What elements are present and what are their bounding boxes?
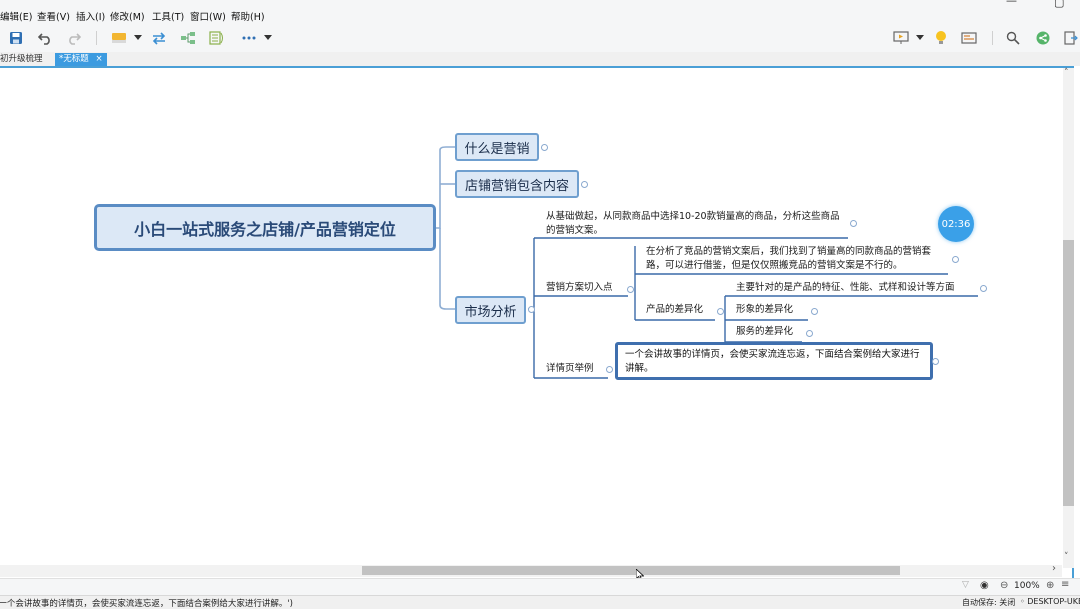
collapse-icon[interactable] — [627, 286, 634, 293]
expand-icon[interactable] — [811, 308, 818, 315]
topic-label: 店铺营销包含内容 — [464, 178, 569, 194]
mindmap-connectors — [436, 146, 978, 379]
central-topic[interactable]: 小白一站式服务之店铺/产品营销定位 — [94, 204, 436, 251]
topic-what-is-marketing[interactable]: 什么是营销 — [455, 133, 539, 161]
horizontal-scroll-thumb[interactable] — [362, 566, 900, 575]
intro-note[interactable]: 从基础做起，从同款商品中选择10-20款销量高的商品，分析这些商品的营销文案。 — [546, 210, 846, 238]
eye-icon[interactable]: ◉ — [980, 580, 989, 591]
fit-icon[interactable]: ≡ — [1061, 579, 1069, 590]
entry-note[interactable]: 在分析了竞品的营销文案后，我们找到了销量高的同款商品的营销套路，可以进行借鉴，但… — [646, 245, 948, 273]
topic-detail-example[interactable]: 详情页举例 — [546, 362, 594, 376]
filter-icon[interactable]: ▽ — [962, 580, 969, 590]
expand-icon[interactable] — [980, 285, 987, 292]
expand-icon[interactable] — [850, 220, 857, 227]
collapse-icon[interactable] — [528, 306, 535, 313]
central-topic-label: 小白一站式服务之店铺/产品营销定位 — [134, 219, 396, 239]
zoom-bar: ▽ ◉ ⊖ 100% ⊕ ≡ — [0, 578, 1080, 595]
topic-differentiation[interactable]: 产品的差异化 — [646, 303, 703, 317]
collapse-icon[interactable] — [606, 366, 613, 373]
diff-item-features[interactable]: 主要针对的是产品的特征、性能、式样和设计等方面 — [736, 281, 955, 295]
expand-icon[interactable] — [581, 181, 588, 188]
scroll-right-icon[interactable]: › — [1052, 563, 1056, 574]
status-bar: '一个会讲故事的详情页，会使买家流连忘返，下面结合案例给大家进行讲解。') 自动… — [0, 595, 1080, 609]
topic-label: 什么是营销 — [464, 141, 530, 157]
topic-entry-point[interactable]: 营销方案切入点 — [546, 281, 613, 295]
autosave-status[interactable]: 自动保存: 关闭 — [962, 597, 1015, 608]
expand-icon[interactable] — [806, 330, 813, 337]
expand-icon[interactable] — [952, 256, 959, 263]
expand-icon[interactable] — [932, 358, 939, 365]
recording-timer[interactable]: 02:36 — [938, 206, 974, 242]
zoom-out-icon[interactable]: ⊖ — [1000, 580, 1008, 591]
computer-name-text: DESKTOP-UKE — [1027, 597, 1080, 606]
scroll-up-icon[interactable]: ˄ — [1064, 68, 1069, 78]
topic-market-analysis[interactable]: 市场分析 — [455, 296, 526, 324]
diff-item-service[interactable]: 服务的差异化 — [736, 325, 793, 339]
scroll-down-icon[interactable]: ˅ — [1064, 552, 1069, 562]
vertical-scroll-thumb[interactable] — [1063, 240, 1074, 506]
topic-label: 市场分析 — [464, 304, 517, 320]
status-selection: '一个会讲故事的详情页，会使买家流连忘返，下面结合案例给大家进行讲解。') — [0, 599, 293, 609]
detail-note-text: 一个会讲故事的详情页，会使买家流连忘返，下面结合案例给大家进行讲解。 — [625, 349, 920, 374]
collapse-icon[interactable] — [717, 308, 724, 315]
computer-name: ◦ DESKTOP-UKE — [1020, 597, 1080, 606]
expand-icon[interactable] — [541, 144, 548, 151]
topic-store-marketing[interactable]: 店铺营销包含内容 — [455, 170, 579, 198]
zoom-level: 100% — [1014, 581, 1040, 591]
detail-note-selected[interactable]: 一个会讲故事的详情页，会使买家流连忘返，下面结合案例给大家进行讲解。 — [615, 342, 933, 380]
zoom-in-icon[interactable]: ⊕ — [1046, 580, 1054, 591]
diff-item-image[interactable]: 形象的差异化 — [736, 303, 793, 317]
